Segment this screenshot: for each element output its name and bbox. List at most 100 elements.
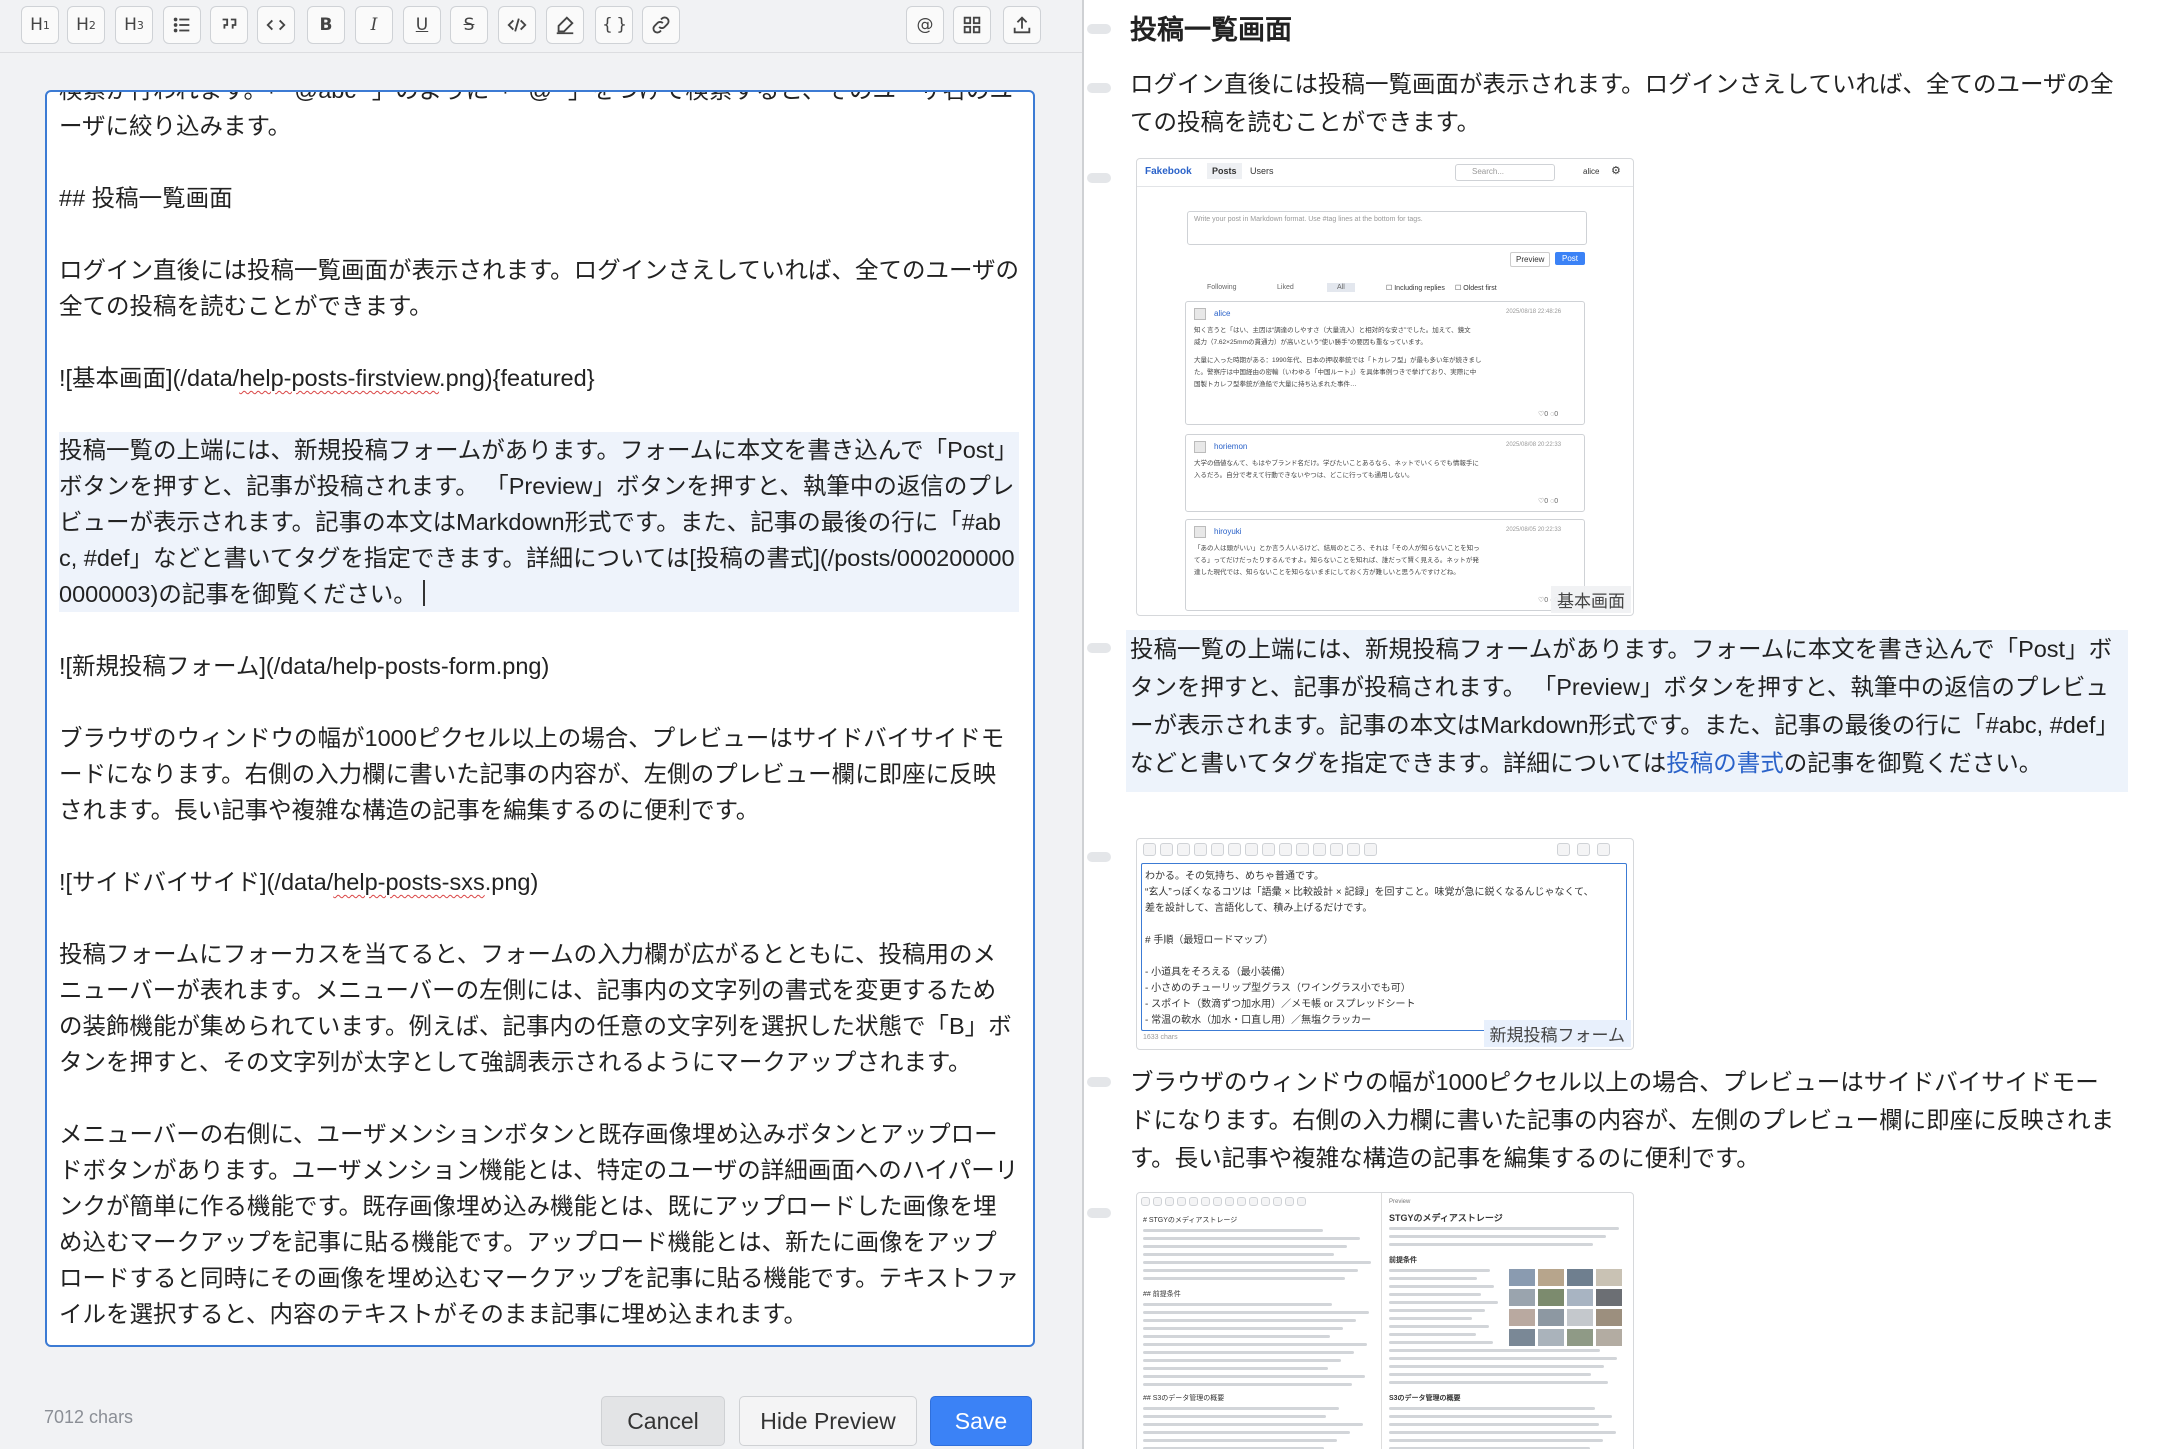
quote-icon[interactable] xyxy=(210,6,248,44)
image-caption: 新規投稿フォーム xyxy=(1483,1020,1631,1047)
thumb-char-count: 1633 chars xyxy=(1143,1034,1178,1041)
thumb-toolbar-button xyxy=(1296,843,1309,856)
thumb-textarea-placeholder: Write your post in Markdown format. Use … xyxy=(1194,216,1423,223)
thumb-text-placeholder-line xyxy=(1389,1309,1485,1312)
image-new-post-form[interactable]: わかる。その気持ち、めちゃ普通です。 “玄人”っぽくなるコツは「語彙 × 比較設計… xyxy=(1136,838,1634,1050)
thumb-text-placeholder-line xyxy=(1143,1423,1363,1426)
thumb-toolbar-button xyxy=(1597,843,1610,856)
code-icon[interactable] xyxy=(257,6,295,44)
line-marker xyxy=(1087,24,1111,34)
thumb-text-placeholder-line xyxy=(1143,1367,1328,1370)
thumb-text-placeholder-line xyxy=(1143,1439,1337,1442)
thumb-text-line: “玄人”っぽくなるコツは「語彙 × 比較設計 × 記録」を回すこと。味覚が急に鋭… xyxy=(1145,887,1594,898)
highlighter-icon[interactable] xyxy=(546,6,584,44)
italic-icon[interactable]: I xyxy=(355,6,393,44)
editor-line: ブラウザのウィンドウの幅が1000ピクセル以上の場合、プレビューはサイドバイサイ… xyxy=(59,725,1005,823)
thumb-image-tile xyxy=(1596,1289,1622,1306)
thumb-text-placeholder-line xyxy=(1143,1303,1332,1306)
thumb-post-text: 威力（7.62×25mmの貫通力）が高いという“使い勝手”の要因も重なっています… xyxy=(1194,339,1427,346)
editor-blank-line xyxy=(59,828,1019,864)
thumb-text-line: - 小道具をそろえる（最小装備） xyxy=(1145,967,1291,978)
thumb-text-placeholder-line xyxy=(1389,1415,1612,1418)
braces-icon[interactable]: { } xyxy=(595,6,633,44)
thumb-text-line: # 手順（最短ロードマップ） xyxy=(1145,935,1274,946)
upload-icon[interactable] xyxy=(1003,6,1041,44)
thumb-text-placeholder-line xyxy=(1143,1383,1352,1386)
hide-preview-button[interactable]: Hide Preview xyxy=(739,1396,917,1446)
editor-line: ![基本画面](/data/help-posts-firstview.png){… xyxy=(59,365,595,391)
preview-pane: 投稿一覧画面 ログイン直後には投稿一覧画面が表示されます。ログインさえしていれば… xyxy=(1084,0,2161,1449)
image-grid-icon[interactable] xyxy=(953,6,991,44)
underline-label: U xyxy=(415,15,429,35)
thumb-text-placeholder-line xyxy=(1143,1359,1341,1362)
thumb-image-tile xyxy=(1509,1289,1535,1306)
inline-code-icon[interactable] xyxy=(498,6,536,44)
editor-blank-line xyxy=(59,144,1019,180)
thumb-post-text: 大量に入った時期がある：1990年代、日本の押収拳銃では「トカレフ型」が最も多い… xyxy=(1194,357,1482,364)
thumb-text-placeholder-line xyxy=(1143,1229,1323,1232)
editor-line: 検索が行われます。「``@abc``」のように「``@``」をつけて検索すると、… xyxy=(59,90,1014,139)
avatar xyxy=(1194,526,1206,538)
heading-3-label: H xyxy=(124,15,137,35)
thumb-toolbar-button xyxy=(1225,1197,1234,1206)
thumb-left-heading: ## 前提条件 xyxy=(1143,1291,1181,1298)
thumb-post-text: 入るだろ。自分で考えて行動できないやつは、どこに行っても通用しない。 xyxy=(1194,472,1414,479)
thumb-toolbar-button xyxy=(1261,1197,1270,1206)
underline-icon[interactable]: U xyxy=(403,6,441,44)
thumb-post-text: た。警察庁は中国経由の密輸（いわゆる「中国ルート」）を具体事例つきで挙げており、… xyxy=(1194,369,1477,376)
bold-icon[interactable]: B xyxy=(307,6,345,44)
markdown-textarea[interactable]: 検索が行われます。「``@abc``」のように「``@``」をつけて検索すると、… xyxy=(45,90,1035,1347)
thumb-toolbar-button xyxy=(1313,843,1326,856)
line-marker xyxy=(1087,173,1111,183)
thumb-post-author: alice xyxy=(1214,309,1231,318)
image-basic-screen[interactable]: Fakebook Posts Users Search... alice ⚙ W… xyxy=(1136,158,1634,616)
thumb-image-tile xyxy=(1567,1269,1593,1286)
spellcheck-underline: help-posts-firstview xyxy=(239,365,440,391)
heading-level: 1 xyxy=(42,18,50,32)
editor-line: 投稿一覧の上端には、新規投稿フォームがあります。フォームに本文を書き込んで「Po… xyxy=(59,432,1019,612)
bullet-list-icon[interactable] xyxy=(163,6,201,44)
heading-3-icon[interactable]: H3 xyxy=(115,6,153,44)
preview-text: の記事を御覧ください。 xyxy=(1783,750,2043,776)
thumb-text-placeholder-line xyxy=(1143,1245,1347,1248)
italic-label: I xyxy=(370,15,378,35)
thumb-image-tile xyxy=(1567,1309,1593,1326)
thumb-brand: Fakebook xyxy=(1145,166,1192,177)
thumb-image-tile xyxy=(1509,1269,1535,1286)
thumb-tab: Liked xyxy=(1277,284,1294,291)
avatar xyxy=(1194,441,1206,453)
thumb-search-placeholder: Search... xyxy=(1472,167,1505,176)
preview-heading: 投稿一覧画面 xyxy=(1130,15,1292,45)
heading-2-icon[interactable]: H2 xyxy=(67,6,105,44)
strikethrough-icon[interactable]: S xyxy=(450,6,488,44)
thumb-toolbar-button xyxy=(1237,1197,1246,1206)
thumb-nav-posts: Posts xyxy=(1207,163,1242,179)
mention-icon[interactable]: @ xyxy=(906,6,944,44)
heading-1-icon[interactable]: H1 xyxy=(21,6,59,44)
line-marker xyxy=(1087,1077,1111,1087)
thumb-text-line: わかる。その気持ち、めちゃ普通です。 xyxy=(1145,871,1324,882)
thumb-toolbar-button xyxy=(1160,843,1173,856)
thumb-post-text: 国製トカレフ型拳銃が漁船で大量に持ち込まれた事件… xyxy=(1194,381,1357,388)
thumb-text-placeholder-line xyxy=(1389,1349,1600,1352)
thumb-toolbar-button xyxy=(1165,1197,1174,1206)
heading-level: 3 xyxy=(136,18,144,32)
thumb-text-placeholder-line xyxy=(1143,1319,1356,1322)
save-button[interactable]: Save xyxy=(930,1396,1032,1446)
image-side-by-side[interactable]: # STGYのメディアストレージ ## 前提条件 ## S3のデータ管理の概要 … xyxy=(1136,1192,1634,1449)
cancel-button[interactable]: Cancel xyxy=(601,1396,725,1446)
thumb-toolbar-button xyxy=(1211,843,1224,856)
thumb-image-tile xyxy=(1538,1269,1564,1286)
thumb-including-replies-label: Including replies xyxy=(1394,285,1445,292)
thumb-post-text: 達した現代では、知らないことを知らないままにしておく方が難しいと思うんですけどね… xyxy=(1194,569,1460,576)
thumb-image-tile xyxy=(1596,1309,1622,1326)
thumb-toolbar-button xyxy=(1245,843,1258,856)
editor-line: ![サイドバイサイド](/data/help-posts-sxs.png) xyxy=(59,869,539,895)
link-icon[interactable] xyxy=(642,6,680,44)
thumb-text-placeholder-line xyxy=(1143,1335,1330,1338)
preview-paragraph-active: 投稿一覧の上端には、新規投稿フォームがあります。フォームに本文を書き込んで「Po… xyxy=(1126,630,2128,792)
editor-blank-line xyxy=(59,1080,1019,1116)
preview-link[interactable]: 投稿の書式 xyxy=(1666,750,1784,776)
thumb-preview-button: Preview xyxy=(1510,252,1551,267)
thumb-text-placeholder-line xyxy=(1389,1269,1490,1272)
